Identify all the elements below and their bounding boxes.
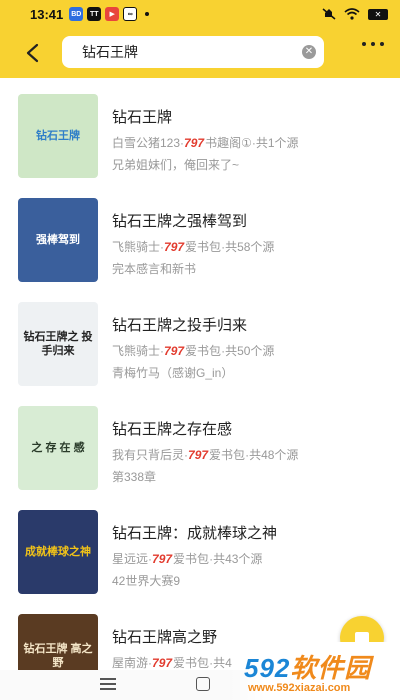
book-title: 钻石王牌 <box>112 109 173 126</box>
book-cover: 钻石王牌之 投手归来 <box>18 302 98 386</box>
watermark-text: 软件园 <box>290 653 372 683</box>
book-author: 白雪公猪123 <box>112 136 181 150</box>
source-icon: 797 <box>152 656 173 670</box>
watermark-digits: 592 <box>244 653 291 683</box>
latest-chapter: 第338章 <box>112 470 157 484</box>
book-title: 钻石王牌之投手归来 <box>112 317 248 334</box>
link-notification-icon: ∞ <box>123 7 138 21</box>
source-icon: 797 <box>188 448 209 462</box>
source-count: 共4 <box>213 656 232 670</box>
book-author: 星远远 <box>112 552 149 566</box>
clear-icon[interactable]: ✕ <box>302 45 316 59</box>
book-source: 爱书包 <box>185 240 222 254</box>
book-source: 爱书包 <box>209 448 246 462</box>
source-count: 共58个源 <box>225 240 275 254</box>
book-title: 钻石王牌之存在感 <box>112 421 233 438</box>
source-icon: 797 <box>184 136 205 150</box>
book-meta: 星远远·797爱书包·共43个源 <box>112 550 262 567</box>
search-header: ✕ <box>0 28 400 78</box>
chevron-left-icon <box>26 43 39 63</box>
book-title: 钻石王牌高之野 <box>112 629 218 646</box>
mute-icon <box>322 8 336 20</box>
book-author: 飞熊骑士 <box>112 344 161 358</box>
latest-chapter: 兄弟姐妹们，俺回来了~ <box>112 158 240 172</box>
book-author: 我有只背后灵 <box>112 448 185 462</box>
book-author: 屋南游 <box>112 656 149 670</box>
watermark-url: www.592xiazai.com <box>248 682 351 694</box>
cover-art: 钻石王牌之 投手归来 <box>23 331 93 357</box>
home-icon[interactable] <box>196 677 210 691</box>
status-bar: 13:41 BD TT ▶ ∞ ✕ <box>0 0 400 28</box>
book-title: 钻石王牌：成就棒球之神 <box>112 525 278 542</box>
notification-dot-icon <box>145 12 150 16</box>
source-count: 共1个源 <box>255 136 299 150</box>
dot-icon <box>362 42 366 46</box>
book-author: 飞熊骑士 <box>112 240 161 254</box>
book-cover: 之 存 在 感 <box>18 406 98 490</box>
book-cover: 钻石王牌 <box>18 94 98 178</box>
search-input[interactable] <box>82 44 302 60</box>
wifi-icon <box>344 8 360 20</box>
cover-art: 成就棒球之神 <box>25 546 91 558</box>
source-count: 共48个源 <box>249 448 299 462</box>
source-icon: 797 <box>164 240 185 254</box>
latest-chapter: 42世界大赛9 <box>112 574 181 588</box>
cover-art: 钻石王牌 <box>36 130 80 142</box>
app-notification-icon: BD <box>69 7 84 21</box>
result-item[interactable]: 之 存 在 感 钻石王牌之存在感我有只背后灵·797爱书包·共48个源 第338章 <box>0 390 400 494</box>
source-count: 共43个源 <box>213 552 263 566</box>
book-source: 爱书包 <box>185 344 222 358</box>
book-cover: 成就棒球之神 <box>18 510 98 594</box>
latest-chapter: 青梅竹马（感谢G_in） <box>112 366 234 380</box>
cover-art: 强棒驾到 <box>36 234 80 246</box>
result-item[interactable]: 强棒驾到 钻石王牌之强棒驾到飞熊骑士·797爱书包·共58个源 完本感言和新书 <box>0 182 400 286</box>
back-button[interactable] <box>12 33 52 73</box>
cover-art: 之 存 在 感 <box>31 442 85 454</box>
search-box[interactable]: ✕ <box>62 36 324 68</box>
tiktok-notification-icon: TT <box>87 7 102 21</box>
dot-icon <box>380 42 384 46</box>
recent-apps-icon[interactable] <box>100 678 116 690</box>
book-source: 爱书包 <box>173 552 210 566</box>
video-notification-icon: ▶ <box>105 7 120 21</box>
book-meta: 飞熊骑士·797爱书包·共50个源 <box>112 342 274 359</box>
result-item[interactable]: 钻石王牌之 投手归来 钻石王牌之投手归来飞熊骑士·797爱书包·共50个源 青梅竹马… <box>0 286 400 390</box>
dot-icon <box>371 42 375 46</box>
more-options-button[interactable] <box>362 42 384 46</box>
battery-icon: ✕ <box>368 8 388 20</box>
book-meta: 飞熊骑士·797爱书包·共58个源 <box>112 238 274 255</box>
search-results-list[interactable]: 钻石王牌 钻石王牌 白雪公猪123·797书趣阁①·共1个源 兄弟姐妹们，俺回来了~ 强… <box>0 78 400 670</box>
book-title: 钻石王牌之强棒驾到 <box>112 213 248 230</box>
book-cover: 钻石王牌 高之野 <box>18 614 98 670</box>
result-item[interactable]: 成就棒球之神 钻石王牌：成就棒球之神 星远远·797爱书包·共43个源 42世界大赛9 <box>0 494 400 598</box>
book-source: 爱书包 <box>173 656 210 670</box>
latest-chapter: 完本感言和新书 <box>112 262 197 276</box>
watermark: 592软件园 www.592xiazai.com <box>232 642 400 700</box>
result-item[interactable]: 钻石王牌 钻石王牌 白雪公猪123·797书趣阁①·共1个源 兄弟姐妹们，俺回来了~ <box>0 78 400 182</box>
source-count: 共50个源 <box>225 344 275 358</box>
book-meta: 屋南游·797爱书包·共4 <box>112 654 232 670</box>
book-meta: 白雪公猪123·797书趣阁①·共1个源 <box>112 134 299 151</box>
status-time: 13:41 <box>30 6 64 22</box>
source-icon: 797 <box>152 552 173 566</box>
book-source: 书趣阁① <box>205 136 252 150</box>
source-icon: 797 <box>164 344 185 358</box>
book-meta: 我有只背后灵·797爱书包·共48个源 <box>112 446 298 463</box>
cover-art: 钻石王牌 高之野 <box>23 643 93 669</box>
book-cover: 强棒驾到 <box>18 198 98 282</box>
